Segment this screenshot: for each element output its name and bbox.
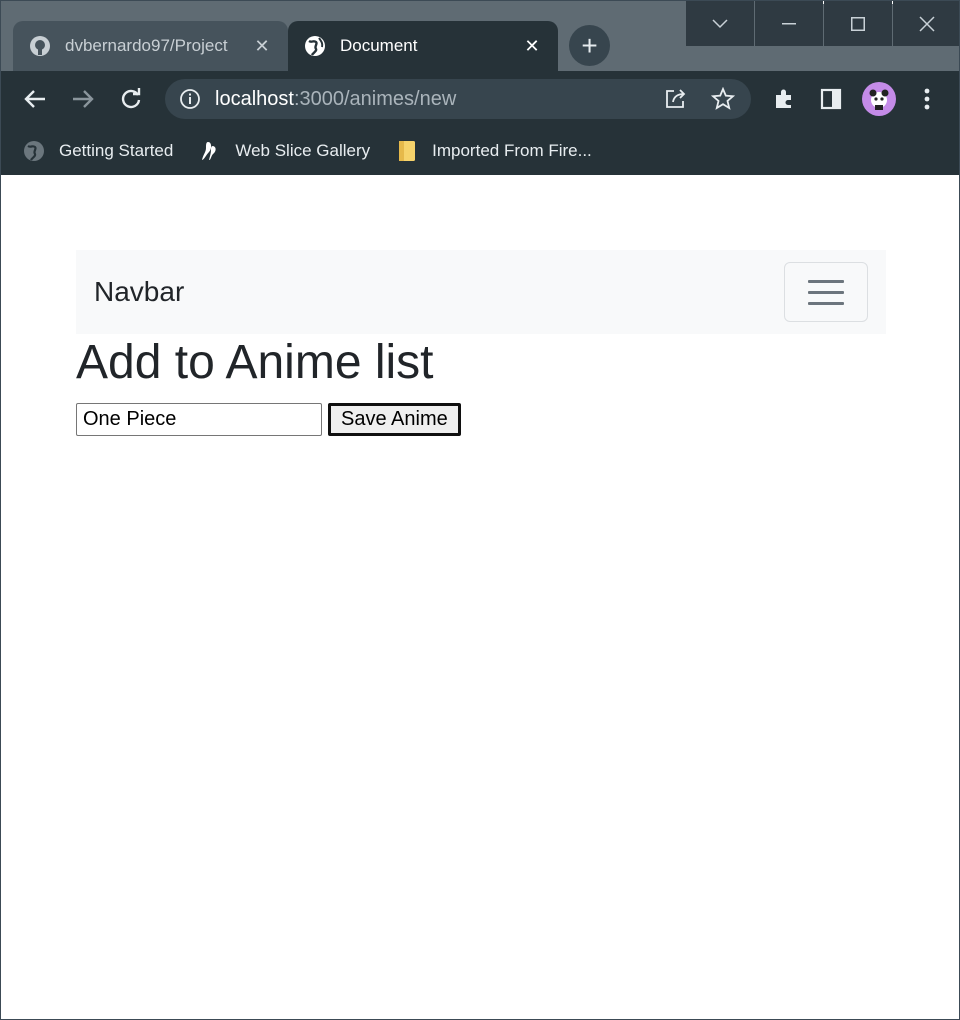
menu-kebab-icon[interactable] [909,81,945,117]
site-info-icon[interactable] [179,88,201,110]
close-window-button[interactable] [893,1,959,46]
profile-avatar[interactable] [862,82,896,116]
folder-icon [396,140,418,162]
bookmark-imported-from-firefox[interactable]: Imported From Fire... [396,140,592,162]
bookmark-web-slice-gallery[interactable]: Web Slice Gallery [199,140,370,162]
bookmark-label: Web Slice Gallery [235,141,371,160]
forward-icon[interactable] [65,81,101,117]
slice-icon [199,140,221,162]
bookmark-label: Imported From Fire... [432,141,592,160]
side-panel-icon[interactable] [813,81,849,117]
tab-search-button[interactable] [686,1,754,46]
tab-strip: dvbernardo97/Project ✕ Document ✕ + [1,1,959,71]
hamburger-line [808,301,844,305]
bookmark-star-icon[interactable] [705,81,741,117]
tab-document[interactable]: Document ✕ [288,21,558,71]
extensions-icon[interactable] [766,81,802,117]
hamburger-line [808,290,844,294]
share-icon[interactable] [657,81,693,117]
url-path: :3000/animes/new [293,87,457,110]
add-anime-form: Save Anime [76,403,461,436]
page-title: Add to Anime list [76,336,434,389]
github-icon [29,35,51,57]
close-tab-icon[interactable]: ✕ [252,36,272,57]
bookmark-getting-started[interactable]: Getting Started [23,140,173,162]
navbar-toggler-button[interactable] [784,262,868,322]
new-tab-button[interactable]: + [569,25,610,66]
bookmarks-bar: Getting Started Web Slice Gallery Import… [1,127,959,175]
globe-icon [304,35,326,57]
tab-title: Document [340,36,418,55]
navbar-brand[interactable]: Navbar [94,276,184,308]
bookmark-label: Getting Started [59,141,174,160]
globe-icon [23,140,45,162]
tab-title: dvbernardo97/Project [65,36,228,55]
reload-icon[interactable] [113,81,149,117]
back-icon[interactable] [17,81,53,117]
save-anime-button[interactable]: Save Anime [328,403,461,436]
maximize-button[interactable] [824,1,892,46]
tab-github[interactable]: dvbernardo97/Project ✕ [13,21,288,71]
window-controls [685,1,959,46]
hamburger-line [808,279,844,283]
close-tab-icon[interactable]: ✕ [522,36,542,57]
browser-window: dvbernardo97/Project ✕ Document ✕ + loca… [0,0,960,1020]
minimize-button[interactable] [755,1,823,46]
navbar: Navbar [76,250,886,334]
anime-name-input[interactable] [76,403,322,436]
url-host: localhost [215,87,294,110]
browser-toolbar: localhost:3000/animes/new [1,71,959,127]
page-content: Navbar Add to Anime list Save Anime [1,175,959,1019]
